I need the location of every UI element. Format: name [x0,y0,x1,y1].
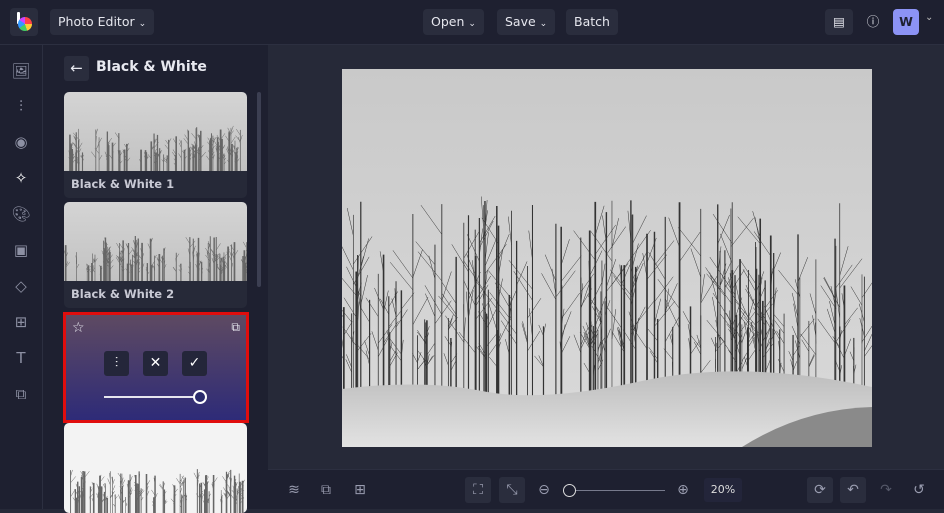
settings-sliders-icon[interactable]: ⫶ [104,351,129,376]
zoom-slider-handle[interactable] [563,484,576,497]
tree-branch [194,473,197,480]
overlay-icon[interactable]: ⊞ [11,312,31,332]
effect-label: Black & White 2 [64,281,247,308]
shapes-icon[interactable]: ◇ [11,276,31,296]
tree-branch [99,155,102,160]
effects-panel: ← Black & White Black & White 1 Black & … [43,45,268,509]
tree-branch [216,243,220,250]
effect-thumbnail [64,202,247,281]
avatar[interactable]: W [893,9,919,35]
chevron-down-icon: ⌄ [540,19,548,29]
tree-branch [118,473,122,479]
top-bar: Photo Editor ⌄ Open ⌄ Save ⌄ Batch ▤ ⓘ W… [0,0,944,45]
tree-branch [224,254,226,258]
tree-branch [113,485,115,490]
fit-screen-icon[interactable]: ⛶ [465,477,491,503]
tree-branch [116,243,119,249]
grid-icon[interactable]: ⊞ [347,477,373,503]
graphics-icon[interactable]: ⧉ [11,384,31,404]
effect-card[interactable] [64,423,247,513]
history-icon[interactable]: ↺ [906,477,932,503]
tree-branch [99,138,102,143]
text-icon[interactable]: T [11,348,31,368]
tree-branch [108,479,111,485]
image-icon[interactable]: 🖼︎ [11,61,31,81]
intensity-slider[interactable] [104,396,200,398]
effect-label: Black & White 1 [64,171,247,198]
tree-branch [116,255,119,259]
zoom-level[interactable]: 20% [704,478,742,502]
tree-branch [243,242,246,248]
open-button[interactable]: Open ⌄ [423,9,484,35]
effects-icon[interactable]: ✧ [11,168,31,188]
app-menu-label: Photo Editor [58,14,135,29]
palette-icon[interactable]: 🎨︎ [11,204,31,224]
tree-branch [129,249,133,255]
redo-icon[interactable]: ↷ [873,477,899,503]
tree-branch [95,258,97,262]
duplicate-icon[interactable]: ⧉ [231,320,240,335]
checkmark-icon[interactable]: ✓ [182,351,207,376]
comments-icon[interactable]: ▤ [825,9,853,35]
close-icon[interactable]: ✕ [143,351,168,376]
zoom-slider[interactable] [563,490,665,491]
photo-canvas[interactable] [342,69,872,447]
chevron-down-icon: ⌄ [139,19,147,29]
chevron-down-icon: ⌄ [468,19,476,29]
tree-branch [71,490,75,496]
arrow-left-icon[interactable]: ← [64,56,89,81]
chevron-down-icon[interactable]: ⌄ [925,12,933,23]
tree-branch [190,241,195,248]
tree-branch [77,264,79,268]
photo-editor-menu[interactable]: Photo Editor ⌄ [50,9,154,35]
replace-image-icon[interactable]: ⧉ [313,477,339,503]
layers-icon[interactable]: ≋ [281,477,307,503]
tree-branch [96,144,99,150]
panel-title: Black & White [96,59,207,75]
selected-effect-card: ☆ ⧉ ⫶ ✕ ✓ [63,312,249,423]
open-label: Open [431,14,464,29]
tree-branch [236,129,240,135]
tree-branch [201,152,206,158]
panel-scrollbar[interactable] [257,92,261,287]
tree-branch [115,133,119,139]
undo-icon[interactable]: ↶ [840,477,866,503]
effect-thumbnail [64,423,247,513]
save-label: Save [505,14,536,29]
eye-icon[interactable]: ◉ [11,132,31,152]
zoom-in-icon[interactable]: ⊕ [670,477,696,503]
batch-button[interactable]: Batch [566,9,618,35]
help-icon[interactable]: ⓘ [860,9,886,35]
rotate-icon[interactable]: ⟳ [807,477,833,503]
tree-branch [91,152,95,158]
frame-icon[interactable]: ▣ [11,240,31,260]
bottom-toolbar: ≋ ⧉ ⊞ ⛶ ⤡ ⊖ ⊕ 20% ⟳ ↶ ↷ ↺ [268,469,944,509]
save-button[interactable]: Save ⌄ [497,9,555,35]
effect-card[interactable]: Black & White 2 [64,202,247,308]
tree-branch [206,156,209,161]
effect-card[interactable]: Black & White 1 [64,92,247,198]
intensity-slider-handle[interactable] [193,390,207,404]
tree-branch [173,267,176,271]
tree-branch [186,237,190,244]
effect-thumbnail [64,92,247,171]
shrink-icon[interactable]: ⤡ [499,477,525,503]
tree-branch [71,476,76,482]
star-icon[interactable]: ☆ [72,320,85,336]
tool-rail: 🖼︎ ⫶ ◉ ✧ 🎨︎ ▣ ◇ ⊞ T ⧉ [0,45,43,509]
adjust-icon[interactable]: ⫶ [11,96,31,116]
zoom-out-icon[interactable]: ⊖ [531,477,557,503]
app-logo[interactable] [10,8,38,36]
